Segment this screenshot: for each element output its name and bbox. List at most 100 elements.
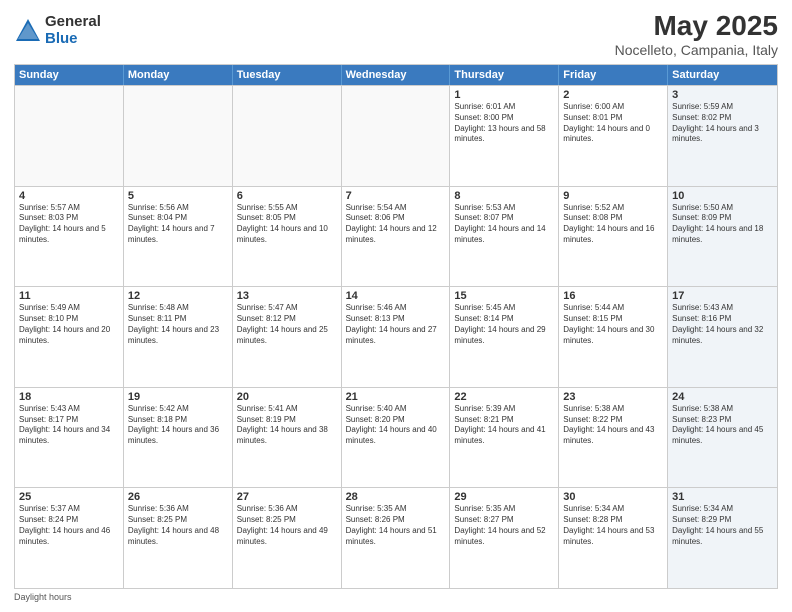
cell-info: Sunrise: 5:43 AMSunset: 8:16 PMDaylight:…	[672, 303, 773, 346]
calendar-title: May 2025	[615, 10, 778, 42]
calendar-subtitle: Nocelleto, Campania, Italy	[615, 42, 778, 58]
calendar-cell	[15, 86, 124, 186]
calendar-cell	[124, 86, 233, 186]
cell-info: Sunrise: 5:49 AMSunset: 8:10 PMDaylight:…	[19, 303, 119, 346]
calendar-cell: 30Sunrise: 5:34 AMSunset: 8:28 PMDayligh…	[559, 488, 668, 588]
logo-text: General Blue	[45, 14, 101, 47]
cell-info: Sunrise: 5:50 AMSunset: 8:09 PMDaylight:…	[672, 203, 773, 246]
calendar-cell: 6Sunrise: 5:55 AMSunset: 8:05 PMDaylight…	[233, 187, 342, 287]
day-number: 29	[454, 491, 554, 503]
day-number: 15	[454, 290, 554, 302]
header: General Blue May 2025 Nocelleto, Campani…	[14, 10, 778, 58]
day-number: 21	[346, 391, 446, 403]
day-number: 2	[563, 89, 663, 101]
cell-info: Sunrise: 5:35 AMSunset: 8:26 PMDaylight:…	[346, 504, 446, 547]
cell-info: Sunrise: 5:38 AMSunset: 8:22 PMDaylight:…	[563, 404, 663, 447]
day-number: 13	[237, 290, 337, 302]
calendar-cell: 29Sunrise: 5:35 AMSunset: 8:27 PMDayligh…	[450, 488, 559, 588]
calendar-cell: 11Sunrise: 5:49 AMSunset: 8:10 PMDayligh…	[15, 287, 124, 387]
calendar-cell: 1Sunrise: 6:01 AMSunset: 8:00 PMDaylight…	[450, 86, 559, 186]
cell-info: Sunrise: 6:01 AMSunset: 8:00 PMDaylight:…	[454, 102, 554, 145]
day-number: 31	[672, 491, 773, 503]
day-number: 11	[19, 290, 119, 302]
calendar-cell: 16Sunrise: 5:44 AMSunset: 8:15 PMDayligh…	[559, 287, 668, 387]
cell-info: Sunrise: 5:36 AMSunset: 8:25 PMDaylight:…	[237, 504, 337, 547]
day-number: 3	[672, 89, 773, 101]
day-number: 4	[19, 190, 119, 202]
day-number: 10	[672, 190, 773, 202]
cell-info: Sunrise: 6:00 AMSunset: 8:01 PMDaylight:…	[563, 102, 663, 145]
calendar-cell: 8Sunrise: 5:53 AMSunset: 8:07 PMDaylight…	[450, 187, 559, 287]
day-number: 25	[19, 491, 119, 503]
calendar-header-row: SundayMondayTuesdayWednesdayThursdayFrid…	[15, 65, 777, 85]
calendar-cell: 28Sunrise: 5:35 AMSunset: 8:26 PMDayligh…	[342, 488, 451, 588]
day-number: 23	[563, 391, 663, 403]
cell-info: Sunrise: 5:42 AMSunset: 8:18 PMDaylight:…	[128, 404, 228, 447]
calendar-cell: 24Sunrise: 5:38 AMSunset: 8:23 PMDayligh…	[668, 388, 777, 488]
calendar-cell: 13Sunrise: 5:47 AMSunset: 8:12 PMDayligh…	[233, 287, 342, 387]
cell-info: Sunrise: 5:47 AMSunset: 8:12 PMDaylight:…	[237, 303, 337, 346]
calendar-cell: 10Sunrise: 5:50 AMSunset: 8:09 PMDayligh…	[668, 187, 777, 287]
day-number: 9	[563, 190, 663, 202]
page: General Blue May 2025 Nocelleto, Campani…	[0, 0, 792, 612]
day-number: 26	[128, 491, 228, 503]
day-number: 30	[563, 491, 663, 503]
cell-info: Sunrise: 5:56 AMSunset: 8:04 PMDaylight:…	[128, 203, 228, 246]
calendar-cell: 2Sunrise: 6:00 AMSunset: 8:01 PMDaylight…	[559, 86, 668, 186]
day-number: 20	[237, 391, 337, 403]
calendar-cell: 14Sunrise: 5:46 AMSunset: 8:13 PMDayligh…	[342, 287, 451, 387]
cell-info: Sunrise: 5:34 AMSunset: 8:29 PMDaylight:…	[672, 504, 773, 547]
cell-info: Sunrise: 5:44 AMSunset: 8:15 PMDaylight:…	[563, 303, 663, 346]
calendar-body: 1Sunrise: 6:01 AMSunset: 8:00 PMDaylight…	[15, 85, 777, 588]
cell-info: Sunrise: 5:43 AMSunset: 8:17 PMDaylight:…	[19, 404, 119, 447]
day-number: 5	[128, 190, 228, 202]
cell-info: Sunrise: 5:48 AMSunset: 8:11 PMDaylight:…	[128, 303, 228, 346]
calendar-cell	[342, 86, 451, 186]
cell-info: Sunrise: 5:55 AMSunset: 8:05 PMDaylight:…	[237, 203, 337, 246]
day-number: 22	[454, 391, 554, 403]
calendar-header-cell: Tuesday	[233, 65, 342, 85]
calendar-row: 1Sunrise: 6:01 AMSunset: 8:00 PMDaylight…	[15, 85, 777, 186]
logo: General Blue	[14, 14, 101, 47]
calendar-cell: 4Sunrise: 5:57 AMSunset: 8:03 PMDaylight…	[15, 187, 124, 287]
day-number: 27	[237, 491, 337, 503]
calendar-header-cell: Saturday	[668, 65, 777, 85]
title-block: May 2025 Nocelleto, Campania, Italy	[615, 10, 778, 58]
calendar-row: 18Sunrise: 5:43 AMSunset: 8:17 PMDayligh…	[15, 387, 777, 488]
cell-info: Sunrise: 5:40 AMSunset: 8:20 PMDaylight:…	[346, 404, 446, 447]
day-number: 8	[454, 190, 554, 202]
calendar-header-cell: Friday	[559, 65, 668, 85]
calendar: SundayMondayTuesdayWednesdayThursdayFrid…	[14, 64, 778, 589]
day-number: 6	[237, 190, 337, 202]
calendar-header-cell: Monday	[124, 65, 233, 85]
cell-info: Sunrise: 5:35 AMSunset: 8:27 PMDaylight:…	[454, 504, 554, 547]
calendar-cell: 31Sunrise: 5:34 AMSunset: 8:29 PMDayligh…	[668, 488, 777, 588]
logo-blue: Blue	[45, 31, 101, 48]
cell-info: Sunrise: 5:34 AMSunset: 8:28 PMDaylight:…	[563, 504, 663, 547]
calendar-header-cell: Sunday	[15, 65, 124, 85]
calendar-cell: 17Sunrise: 5:43 AMSunset: 8:16 PMDayligh…	[668, 287, 777, 387]
cell-info: Sunrise: 5:37 AMSunset: 8:24 PMDaylight:…	[19, 504, 119, 547]
cell-info: Sunrise: 5:45 AMSunset: 8:14 PMDaylight:…	[454, 303, 554, 346]
cell-info: Sunrise: 5:52 AMSunset: 8:08 PMDaylight:…	[563, 203, 663, 246]
calendar-cell: 23Sunrise: 5:38 AMSunset: 8:22 PMDayligh…	[559, 388, 668, 488]
calendar-header-cell: Thursday	[450, 65, 559, 85]
day-number: 1	[454, 89, 554, 101]
cell-info: Sunrise: 5:57 AMSunset: 8:03 PMDaylight:…	[19, 203, 119, 246]
calendar-cell: 19Sunrise: 5:42 AMSunset: 8:18 PMDayligh…	[124, 388, 233, 488]
calendar-cell: 25Sunrise: 5:37 AMSunset: 8:24 PMDayligh…	[15, 488, 124, 588]
cell-info: Sunrise: 5:59 AMSunset: 8:02 PMDaylight:…	[672, 102, 773, 145]
cell-info: Sunrise: 5:38 AMSunset: 8:23 PMDaylight:…	[672, 404, 773, 447]
cell-info: Sunrise: 5:46 AMSunset: 8:13 PMDaylight:…	[346, 303, 446, 346]
calendar-cell	[233, 86, 342, 186]
calendar-row: 25Sunrise: 5:37 AMSunset: 8:24 PMDayligh…	[15, 487, 777, 588]
footer-note: Daylight hours	[14, 592, 778, 602]
logo-general: General	[45, 14, 101, 31]
calendar-cell: 20Sunrise: 5:41 AMSunset: 8:19 PMDayligh…	[233, 388, 342, 488]
cell-info: Sunrise: 5:36 AMSunset: 8:25 PMDaylight:…	[128, 504, 228, 547]
cell-info: Sunrise: 5:39 AMSunset: 8:21 PMDaylight:…	[454, 404, 554, 447]
day-number: 16	[563, 290, 663, 302]
day-number: 17	[672, 290, 773, 302]
calendar-header-cell: Wednesday	[342, 65, 451, 85]
day-number: 18	[19, 391, 119, 403]
